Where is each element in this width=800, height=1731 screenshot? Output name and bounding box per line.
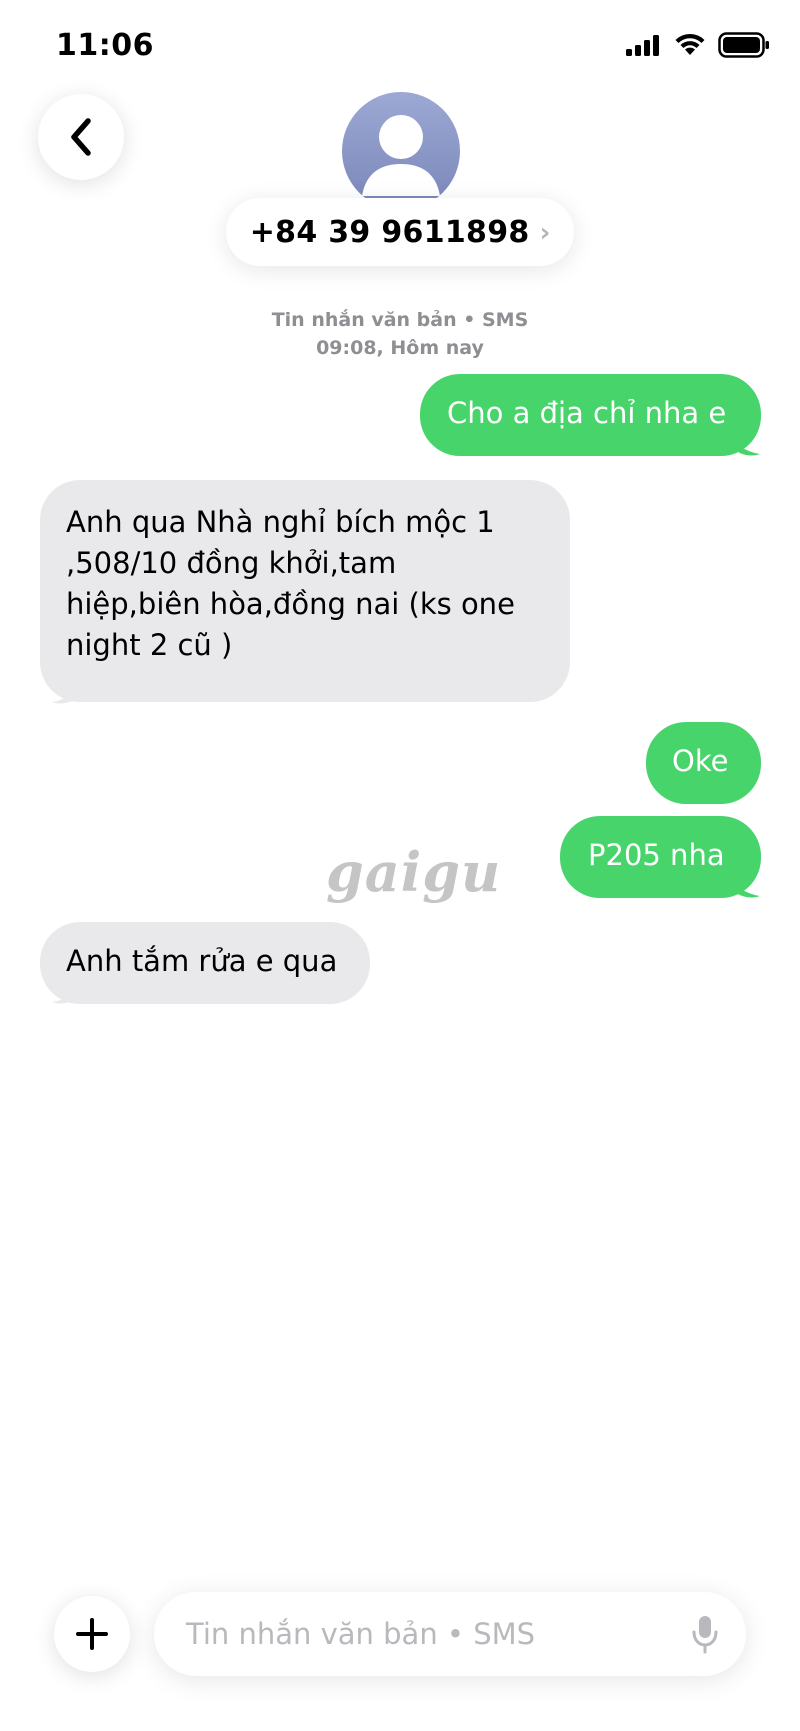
- bubble-tail: [728, 432, 760, 456]
- watermark: gaigu: [326, 840, 502, 904]
- message-text-line: ,508/10 đồng khởi,tam: [66, 546, 397, 580]
- message-text-line: hiệp,biên hòa,đồng nai (ks one: [66, 587, 515, 621]
- message-text-line: night 2 cũ ): [66, 628, 233, 662]
- wifi-icon: [675, 33, 705, 55]
- thread-meta: Tin nhắn văn bản • SMS 09:08, Hôm nay: [0, 306, 800, 362]
- message-input-placeholder: Tin nhắn văn bản • SMS: [186, 1617, 536, 1651]
- chevron-right-icon: ›: [539, 218, 551, 248]
- message-bubble-outgoing[interactable]: Oke: [646, 722, 761, 804]
- bubble-tail: [728, 874, 760, 898]
- bubble-tail: [52, 680, 84, 704]
- status-bar: 11:06: [0, 0, 800, 96]
- thread-timestamp: 09:08, Hôm nay: [316, 337, 484, 359]
- message-bubble-incoming[interactable]: Anh tắm rửa e qua: [40, 922, 370, 1004]
- message-text: P205 nha: [588, 838, 725, 872]
- chevron-left-icon: [71, 118, 91, 156]
- battery-icon: [718, 32, 769, 58]
- bubble-tail: [52, 980, 84, 1004]
- back-button[interactable]: [38, 94, 124, 180]
- status-icons: [626, 32, 770, 58]
- message-text: Anh tắm rửa e qua: [66, 944, 338, 978]
- microphone-icon[interactable]: [690, 1614, 720, 1654]
- message-text: Oke: [672, 744, 729, 778]
- message-input[interactable]: Tin nhắn văn bản • SMS: [154, 1592, 746, 1676]
- add-attachment-button[interactable]: [54, 1596, 130, 1672]
- status-time: 11:06: [56, 28, 154, 63]
- person-silhouette-icon: [362, 115, 440, 196]
- message-text-line: Anh qua Nhà nghỉ bích mộc 1: [66, 505, 495, 539]
- service-label: Tin nhắn văn bản • SMS: [271, 309, 529, 331]
- plus-icon: [76, 1618, 108, 1650]
- contact-avatar[interactable]: [342, 92, 460, 210]
- contact-number: +84 39 9611898: [249, 214, 530, 250]
- contact-name-button[interactable]: +84 39 9611898 ›: [226, 198, 574, 266]
- message-bubble-outgoing[interactable]: Cho a địa chỉ nha e: [420, 374, 761, 456]
- cellular-signal-icon: [626, 35, 659, 56]
- message-bubble-incoming[interactable]: Anh qua Nhà nghỉ bích mộc 1 ,508/10 đồng…: [40, 480, 570, 702]
- message-text: Cho a địa chỉ nha e: [447, 396, 727, 430]
